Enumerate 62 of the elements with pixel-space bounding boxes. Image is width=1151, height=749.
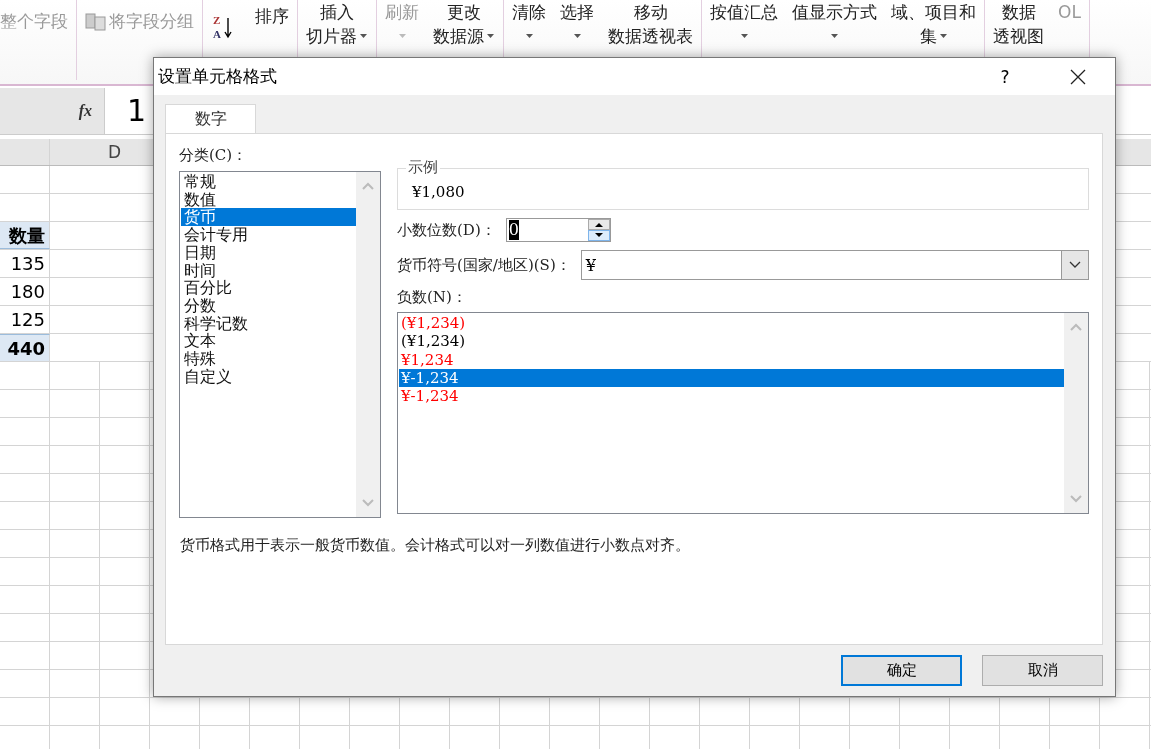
table-cell: 180 <box>0 278 50 305</box>
category-label: 分类(C)： <box>179 146 249 165</box>
caret-icon[interactable] <box>486 33 495 39</box>
ribbon-button[interactable]: 更改 数据源 <box>433 0 495 48</box>
table-cell: 440 <box>0 334 50 361</box>
table-cell: 135 <box>0 250 50 277</box>
list-item[interactable]: 日期 <box>181 243 356 262</box>
list-item[interactable]: 科学记数 <box>181 314 356 333</box>
currency-dropdown[interactable]: ¥ <box>580 250 1089 280</box>
list-item[interactable]: 分数 <box>181 296 356 315</box>
ribbon-button[interactable]: 插入 切片器 <box>306 0 368 48</box>
currency-label: 货币符号(国家/地区)(S)： <box>397 255 571 275</box>
caret-icon[interactable] <box>739 33 749 39</box>
decimals-spinner[interactable]: 0 <box>505 218 611 242</box>
list-item[interactable]: 时间 <box>181 261 356 280</box>
negative-list[interactable]: (¥1,234) (¥1,234) ¥1,234 ¥-1,234 ¥-1,234 <box>397 312 1089 514</box>
ribbon-button[interactable]: 移动 数据透视表 <box>608 0 693 48</box>
caret-icon[interactable] <box>572 33 582 39</box>
negative-label: 负数(N)： <box>397 288 468 307</box>
list-item[interactable]: 特殊 <box>181 350 356 368</box>
formula-input[interactable]: 1 <box>105 88 152 134</box>
ribbon-button[interactable]: 选择 <box>560 0 594 48</box>
sample-legend: 示例 <box>406 158 440 177</box>
decimals-label: 小数位数(D)： <box>397 220 496 240</box>
column-header[interactable]: D <box>107 142 122 162</box>
caret-icon[interactable] <box>938 33 948 39</box>
list-item[interactable]: ¥1,234 <box>399 350 1064 369</box>
caret-icon[interactable] <box>359 33 368 39</box>
ribbon-button[interactable]: 数据 透视图 <box>993 0 1044 48</box>
sample-value: ¥1,080 <box>412 183 465 201</box>
list-item[interactable]: 数值 <box>181 190 356 209</box>
dialog-button[interactable]: 确定 <box>841 655 962 686</box>
spin-down-icon[interactable] <box>587 230 610 241</box>
caret-icon[interactable] <box>830 33 839 39</box>
caret-icon[interactable] <box>524 33 534 39</box>
ribbon-button[interactable]: 按值汇总 <box>710 0 778 48</box>
list-item[interactable]: ¥-1,234 <box>399 387 1064 406</box>
category-list[interactable]: 常规 数值 货币 会计专用 日期 时间 百分比 分数 科学记数 文本 特殊 自定义 <box>179 171 381 518</box>
table-cell: 125 <box>0 306 50 333</box>
list-item[interactable]: 常规 <box>181 173 356 191</box>
list-item[interactable]: ¥-1,234 <box>399 368 1064 388</box>
sort-button[interactable]: 排序 <box>255 4 289 28</box>
help-button[interactable]: ? <box>985 65 1025 88</box>
list-item[interactable]: 百分比 <box>181 279 356 297</box>
close-icon[interactable] <box>1070 68 1086 85</box>
ribbon-button[interactable]: 域、项目和 集 <box>891 0 976 48</box>
dialog-title: 设置单元格格式 <box>158 65 278 88</box>
ribbon-button[interactable]: 值显示方式 <box>792 0 877 48</box>
tab[interactable]: 数字 <box>165 104 256 133</box>
list-item[interactable]: 文本 <box>181 332 356 351</box>
chevron-down-icon[interactable] <box>1069 261 1081 269</box>
list-item[interactable]: (¥1,234) <box>399 314 1064 333</box>
ribbon-button[interactable]: 清除 <box>512 0 546 48</box>
spin-up-icon[interactable] <box>587 219 610 230</box>
list-item[interactable]: (¥1,234) <box>399 332 1064 351</box>
table-cell: 数量 <box>0 222 50 249</box>
list-item[interactable]: 货币 <box>181 208 356 227</box>
list-item[interactable]: 自定义 <box>181 367 356 386</box>
function-button[interactable]: fx <box>78 102 92 120</box>
dialog-button[interactable]: 取消 <box>982 655 1103 686</box>
list-item[interactable]: 会计专用 <box>181 226 356 244</box>
description-text: 货币格式用于表示一般货币数值。会计格式可以对一列数值进行小数点对齐。 <box>180 536 691 555</box>
